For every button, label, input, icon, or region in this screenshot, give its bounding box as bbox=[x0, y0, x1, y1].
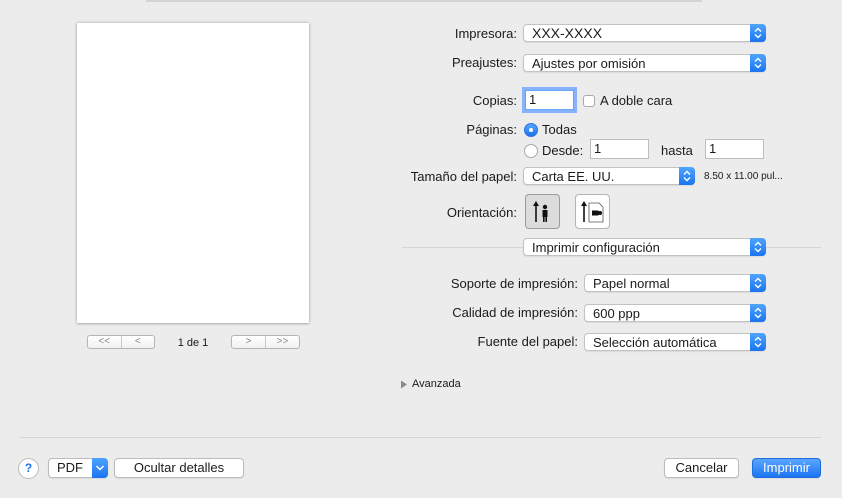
help-icon: ? bbox=[24, 461, 33, 475]
pdf-menu-button[interactable]: PDF bbox=[48, 458, 108, 478]
chevron-down-icon bbox=[92, 458, 108, 478]
disclosure-triangle-icon bbox=[401, 380, 407, 388]
orientation-label: Orientación: bbox=[446, 205, 517, 220]
printer-select[interactable]: XXX-XXXX bbox=[523, 24, 766, 42]
advanced-label: Avanzada bbox=[412, 378, 461, 390]
quality-label: Calidad de impresión: bbox=[452, 305, 578, 320]
printer-value: XXX-XXXX bbox=[532, 25, 603, 41]
updown-arrows-icon bbox=[750, 238, 766, 256]
landscape-orientation-button[interactable] bbox=[575, 194, 610, 229]
footer-separator bbox=[20, 437, 821, 438]
paper-source-select[interactable]: Selección automática bbox=[584, 333, 766, 351]
paper-source-label: Fuente del papel: bbox=[477, 334, 578, 349]
print-button[interactable]: Imprimir bbox=[752, 458, 821, 478]
duplex-label: A doble cara bbox=[600, 93, 673, 108]
pdf-label: PDF bbox=[57, 460, 83, 475]
copies-input[interactable]: 1 bbox=[522, 87, 577, 113]
advanced-disclosure[interactable]: Avanzada bbox=[400, 377, 461, 391]
window-top-edge bbox=[146, 0, 702, 2]
paper-size-label: Tamaño del papel: bbox=[410, 169, 517, 184]
updown-arrows-icon bbox=[750, 333, 766, 351]
paper-source-value: Selección automática bbox=[593, 335, 717, 350]
quality-value: 600 ppp bbox=[593, 306, 640, 321]
pages-from-input[interactable]: 1 bbox=[590, 139, 649, 159]
pages-to-label: hasta bbox=[661, 143, 693, 158]
presets-value: Ajustes por omisión bbox=[532, 56, 646, 71]
preview-nav-back-group: << < bbox=[87, 335, 155, 349]
first-page-button[interactable]: << bbox=[88, 336, 121, 348]
pages-from-label: Desde: bbox=[542, 143, 584, 158]
pages-to-input[interactable]: 1 bbox=[705, 139, 764, 159]
updown-arrows-icon bbox=[750, 304, 766, 322]
page-indicator: 1 de 1 bbox=[177, 337, 209, 349]
paper-dimensions: 8.50 x 11.00 pul... bbox=[704, 171, 783, 182]
next-page-button[interactable]: > bbox=[232, 336, 265, 348]
pages-range-radio[interactable] bbox=[524, 144, 538, 158]
page-preview bbox=[77, 23, 309, 323]
hide-details-button[interactable]: Ocultar detalles bbox=[114, 458, 244, 478]
updown-arrows-icon bbox=[750, 24, 766, 42]
updown-arrows-icon bbox=[679, 167, 695, 185]
pages-all-label: Todas bbox=[542, 122, 577, 137]
portrait-orientation-button[interactable] bbox=[525, 194, 560, 229]
printer-label: Impresora: bbox=[454, 26, 517, 41]
media-type-select[interactable]: Papel normal bbox=[584, 274, 766, 292]
cancel-button[interactable]: Cancelar bbox=[664, 458, 739, 478]
updown-arrows-icon bbox=[750, 54, 766, 72]
landscape-icon bbox=[581, 201, 604, 223]
section-select[interactable]: Imprimir configuración bbox=[523, 238, 766, 256]
help-button[interactable]: ? bbox=[18, 458, 39, 479]
quality-select[interactable]: 600 ppp bbox=[584, 304, 766, 322]
last-page-button[interactable]: >> bbox=[265, 336, 299, 348]
portrait-icon bbox=[533, 201, 548, 222]
pages-label: Páginas: bbox=[466, 122, 517, 137]
copies-label: Copias: bbox=[472, 93, 517, 108]
section-value: Imprimir configuración bbox=[532, 240, 660, 255]
presets-label: Preajustes: bbox=[451, 55, 517, 70]
media-type-label: Soporte de impresión: bbox=[450, 276, 578, 291]
paper-size-value: Carta EE. UU. bbox=[532, 169, 615, 184]
media-type-value: Papel normal bbox=[593, 276, 670, 291]
paper-size-select[interactable]: Carta EE. UU. bbox=[523, 167, 695, 185]
presets-select[interactable]: Ajustes por omisión bbox=[523, 54, 766, 72]
duplex-checkbox[interactable] bbox=[583, 95, 595, 107]
preview-nav-forward-group: > >> bbox=[231, 335, 300, 349]
updown-arrows-icon bbox=[750, 274, 766, 292]
pages-all-radio[interactable] bbox=[524, 123, 538, 137]
previous-page-button[interactable]: < bbox=[120, 336, 155, 348]
